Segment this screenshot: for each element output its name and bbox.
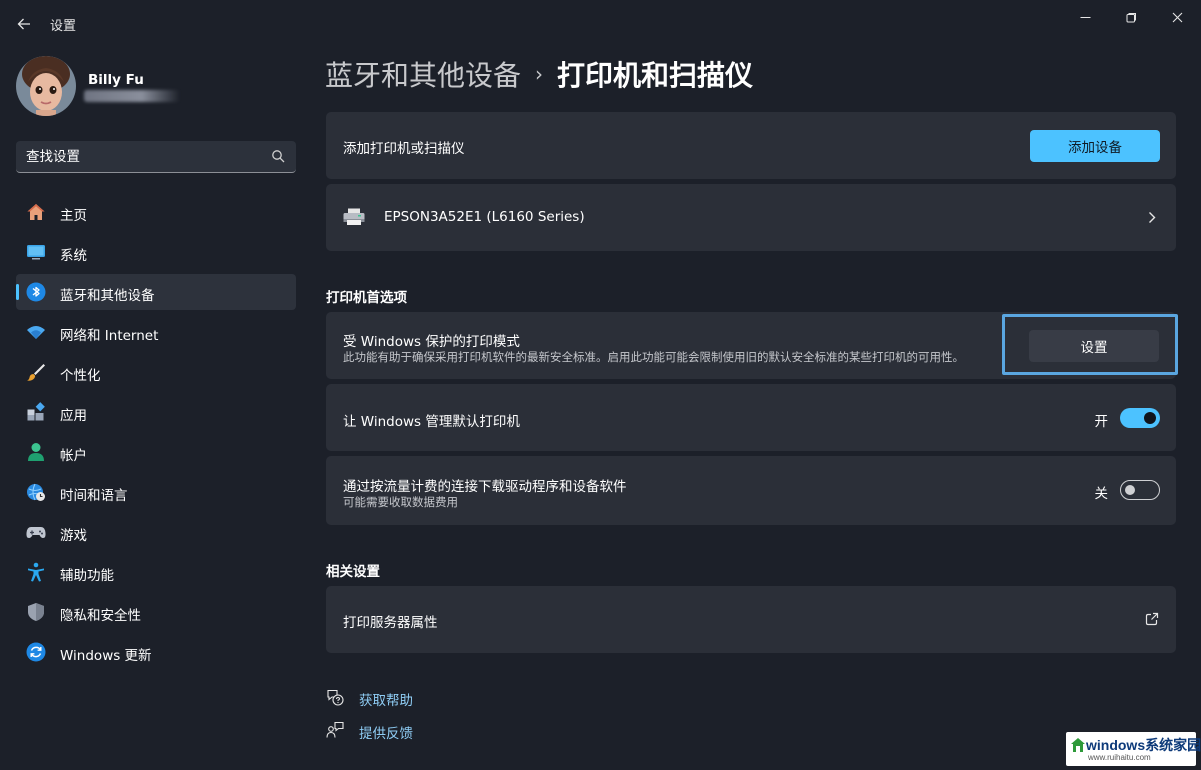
toggle-knob xyxy=(1144,412,1156,424)
feedback-icon xyxy=(326,721,344,738)
sidebar-item-accessibility[interactable]: 辅助功能 xyxy=(16,554,296,590)
user-email-redacted xyxy=(84,90,180,102)
printer-name: EPSON3A52E1 (L6160 Series) xyxy=(384,209,585,225)
shield-icon xyxy=(28,603,44,621)
sidebar-item-system[interactable]: 系统 xyxy=(16,234,296,270)
restore-icon xyxy=(1126,12,1136,22)
sidebar-item-label: 隐私和安全性 xyxy=(60,608,141,624)
sidebar-item-time-language[interactable]: 时间和语言 xyxy=(16,474,296,510)
minimize-icon xyxy=(1080,16,1090,18)
sidebar-nav: 主页 系统 蓝牙和其他设备 网络和 Internet 个性化 应用 帐户 时间和… xyxy=(16,194,296,674)
sidebar-item-windows-update[interactable]: Windows 更新 xyxy=(16,634,296,670)
metered-download-card: 通过按流量计费的连接下载驱动程序和设备软件 可能需要收取数据费用 关 xyxy=(326,456,1176,525)
add-device-label: 添加打印机或扫描仪 xyxy=(343,141,465,157)
sidebar-item-personalization[interactable]: 个性化 xyxy=(16,354,296,390)
sidebar-item-label: 系统 xyxy=(60,248,87,264)
watermark-text: windows系统家园 xyxy=(1086,737,1201,753)
breadcrumb: 蓝牙和其他设备 › 打印机和扫描仪 xyxy=(325,56,753,94)
title-bar: 设置 xyxy=(0,0,1201,48)
manage-default-printer-title: 让 Windows 管理默认打印机 xyxy=(343,414,520,430)
close-button[interactable] xyxy=(1154,4,1200,30)
accessibility-icon xyxy=(28,562,44,582)
sidebar-item-label: 网络和 Internet xyxy=(60,328,159,344)
focus-highlight xyxy=(1002,314,1178,375)
external-link-icon xyxy=(1145,612,1159,626)
home-icon xyxy=(27,204,45,220)
gamepad-icon xyxy=(26,527,46,538)
get-help-label: 获取帮助 xyxy=(359,693,413,709)
sidebar-item-home[interactable]: 主页 xyxy=(16,194,296,230)
toggle-knob xyxy=(1125,485,1135,495)
minimize-button[interactable] xyxy=(1062,4,1108,30)
sidebar-item-label: 辅助功能 xyxy=(60,568,114,584)
sidebar-item-label: 蓝牙和其他设备 xyxy=(60,288,155,304)
sidebar-item-label: 游戏 xyxy=(60,528,87,544)
metered-download-toggle[interactable] xyxy=(1120,480,1160,500)
page-title: 打印机和扫描仪 xyxy=(557,59,754,92)
breadcrumb-parent-link[interactable]: 蓝牙和其他设备 xyxy=(325,59,521,92)
arrow-left-icon xyxy=(17,18,30,30)
avatar xyxy=(16,56,76,116)
bluetooth-icon xyxy=(26,282,46,302)
metered-download-description: 可能需要收取数据费用 xyxy=(343,495,458,509)
protected-print-mode-title: 受 Windows 保护的打印模式 xyxy=(343,334,520,350)
section-heading-related-settings: 相关设置 xyxy=(326,564,380,580)
back-button[interactable] xyxy=(10,10,38,38)
printer-icon xyxy=(343,208,365,225)
update-icon xyxy=(26,642,46,662)
print-server-properties-label: 打印服务器属性 xyxy=(343,615,438,631)
app-title: 设置 xyxy=(50,19,77,34)
manage-default-printer-toggle[interactable] xyxy=(1120,408,1160,428)
protected-print-mode-description: 此功能有助于确保采用打印机软件的最新安全标准。启用此功能可能会限制使用旧的默认安… xyxy=(343,350,964,364)
sidebar-item-label: 主页 xyxy=(60,208,87,224)
globe-clock-icon xyxy=(27,483,45,501)
manage-default-state-label: 开 xyxy=(1094,414,1109,430)
sidebar-item-label: 时间和语言 xyxy=(60,488,128,504)
restore-button[interactable] xyxy=(1108,4,1154,30)
print-server-properties-card[interactable]: 打印服务器属性 xyxy=(326,586,1176,653)
person-icon xyxy=(28,443,44,461)
printer-card[interactable]: EPSON3A52E1 (L6160 Series) xyxy=(326,184,1176,251)
sidebar-item-label: 个性化 xyxy=(60,368,101,384)
sidebar-item-network[interactable]: 网络和 Internet xyxy=(16,314,296,350)
brush-icon xyxy=(27,364,45,381)
sidebar-item-accounts[interactable]: 帐户 xyxy=(16,434,296,470)
sidebar-item-apps[interactable]: 应用 xyxy=(16,394,296,430)
metered-download-title: 通过按流量计费的连接下载驱动程序和设备软件 xyxy=(343,479,627,495)
search-box[interactable] xyxy=(16,141,296,173)
add-device-card: 添加打印机或扫描仪 添加设备 xyxy=(326,112,1176,179)
close-icon xyxy=(1172,12,1182,22)
sidebar-item-label: 帐户 xyxy=(60,448,87,464)
search-input[interactable] xyxy=(16,141,261,172)
help-chat-icon xyxy=(327,689,344,706)
watermark-logo: windows系统家园 www.ruihaitu.com xyxy=(1066,732,1201,766)
sidebar-item-privacy[interactable]: 隐私和安全性 xyxy=(16,594,296,630)
wifi-icon xyxy=(27,326,45,339)
manage-default-printer-card: 让 Windows 管理默认打印机 开 xyxy=(326,384,1176,451)
monitor-icon xyxy=(27,245,45,260)
user-name: Billy Fu xyxy=(88,72,144,88)
give-feedback-label: 提供反馈 xyxy=(359,726,413,742)
search-icon[interactable] xyxy=(271,149,286,164)
chevron-right-icon xyxy=(1149,212,1156,223)
metered-download-state-label: 关 xyxy=(1094,486,1109,502)
protected-print-mode-card: 受 Windows 保护的打印模式 此功能有助于确保采用打印机软件的最新安全标准… xyxy=(326,312,1178,379)
watermark-url: www.ruihaitu.com xyxy=(1088,753,1151,762)
sidebar-item-label: Windows 更新 xyxy=(60,648,152,664)
sidebar-item-label: 应用 xyxy=(60,408,87,424)
sidebar-item-gaming[interactable]: 游戏 xyxy=(16,514,296,550)
add-device-button[interactable]: 添加设备 xyxy=(1030,130,1160,162)
house-logo-icon xyxy=(1071,738,1085,752)
sidebar-item-bluetooth[interactable]: 蓝牙和其他设备 xyxy=(16,274,296,310)
section-heading-printer-preferences: 打印机首选项 xyxy=(326,290,407,306)
breadcrumb-separator: › xyxy=(535,62,544,86)
apps-icon xyxy=(27,402,45,421)
